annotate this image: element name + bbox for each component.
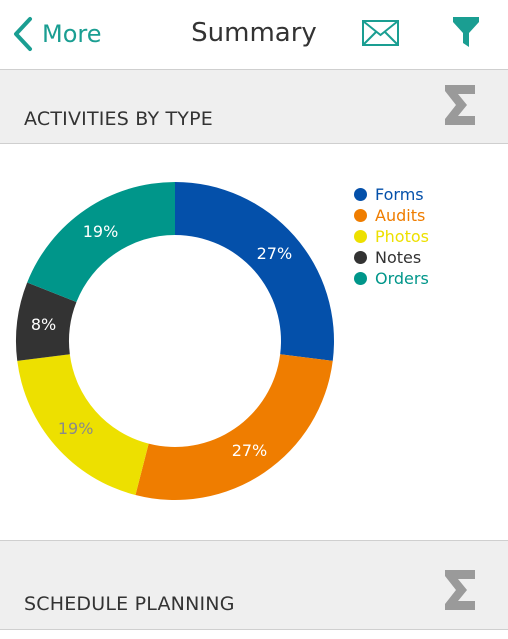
donut-slice-audits[interactable]	[135, 354, 333, 500]
back-button[interactable]: More	[12, 14, 102, 54]
sigma-icon[interactable]	[442, 568, 478, 612]
donut-slice-orders[interactable]	[27, 182, 175, 302]
section-header-schedule: SCHEDULE PLANNING	[0, 540, 508, 630]
envelope-icon	[362, 20, 399, 46]
section-title-schedule: SCHEDULE PLANNING	[24, 593, 235, 615]
legend-label: Notes	[375, 248, 422, 267]
sigma-icon[interactable]	[442, 83, 478, 127]
legend-label: Audits	[375, 206, 426, 225]
donut-slice-forms[interactable]	[175, 182, 334, 361]
nav-bar: More Summary	[0, 0, 508, 70]
donut-label-notes: 8%	[31, 315, 56, 334]
chart-legend: Forms Audits Photos Notes Orders	[354, 184, 429, 289]
mail-button[interactable]	[361, 18, 401, 52]
legend-item-notes: Notes	[354, 247, 429, 268]
donut-label-photos: 19%	[58, 419, 94, 438]
legend-label: Forms	[375, 185, 424, 204]
section-header-activities: ACTIVITIES BY TYPE	[0, 70, 508, 144]
section-title-activities: ACTIVITIES BY TYPE	[24, 108, 213, 130]
legend-swatch	[354, 188, 367, 201]
activities-chart: 27% 27% 19% 8% 19% Forms Audits Photos Notes Ord…	[0, 144, 508, 540]
legend-swatch	[354, 251, 367, 264]
legend-swatch	[354, 272, 367, 285]
legend-item-audits: Audits	[354, 205, 429, 226]
back-label: More	[42, 20, 102, 48]
chevron-left-icon	[14, 17, 32, 51]
legend-item-orders: Orders	[354, 268, 429, 289]
funnel-icon	[453, 17, 479, 47]
donut-chart: 27% 27% 19% 8% 19%	[16, 182, 334, 500]
legend-swatch	[354, 230, 367, 243]
legend-label: Photos	[375, 227, 429, 246]
filter-button[interactable]	[451, 14, 481, 54]
legend-item-forms: Forms	[354, 184, 429, 205]
legend-swatch	[354, 209, 367, 222]
donut-label-audits: 27%	[232, 441, 268, 460]
donut-label-forms: 27%	[257, 244, 293, 263]
legend-label: Orders	[375, 269, 429, 288]
donut-label-orders: 19%	[83, 222, 119, 241]
legend-item-photos: Photos	[354, 226, 429, 247]
